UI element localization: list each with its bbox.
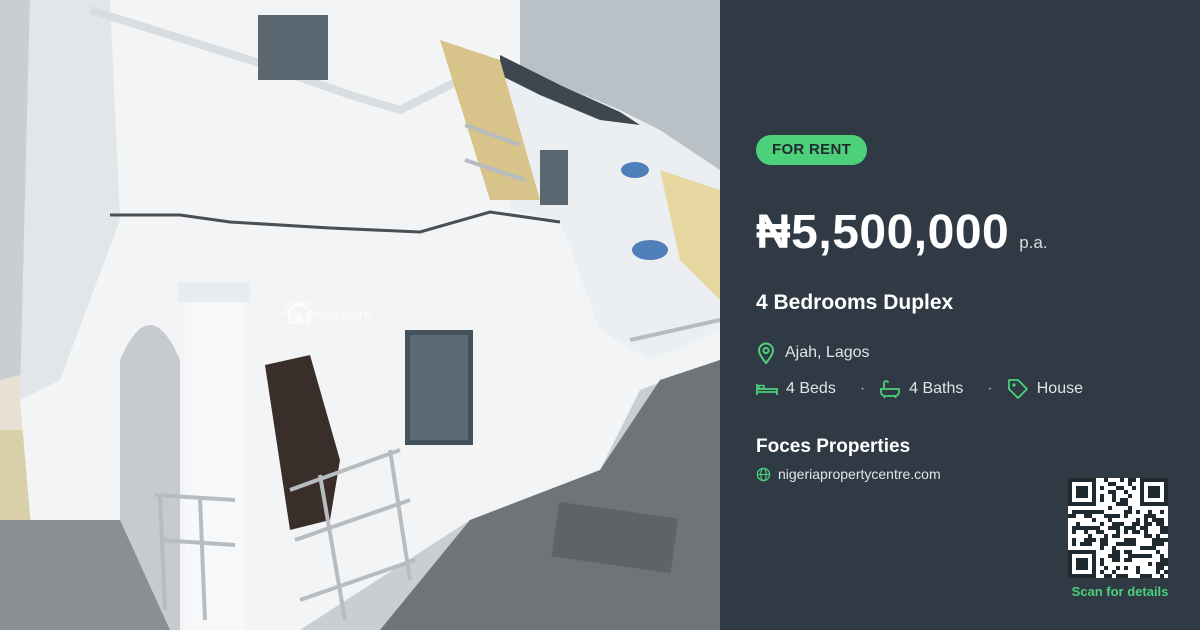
tag-icon — [1007, 378, 1029, 400]
website-text: nigeriapropertycentre.com — [778, 466, 941, 482]
feature-separator: · — [987, 380, 993, 397]
baths-text: 4 Baths — [909, 380, 964, 397]
scan-cta: Scan for details — [1071, 584, 1169, 599]
price: ₦5,500,000 — [756, 206, 1010, 259]
listing-location: Ajah, Lagos — [756, 342, 870, 364]
agent-website[interactable]: nigeriapropertycentre.com — [756, 466, 941, 482]
beds-text: 4 Beds — [786, 380, 836, 397]
qr-code-icon — [1068, 478, 1168, 578]
beds-feature: 4 Beds — [756, 380, 836, 398]
type-feature: House — [1007, 378, 1083, 400]
globe-icon — [756, 467, 771, 482]
photo-watermark: Nigeria propertycentre — [281, 300, 371, 324]
property-photo: Nigeria propertycentre — [0, 0, 720, 630]
price-row: ₦5,500,000 p.a. — [756, 205, 1048, 260]
type-text: House — [1036, 380, 1083, 397]
qr-code[interactable] — [1068, 478, 1168, 578]
feature-separator: · — [859, 380, 866, 397]
price-period: p.a. — [1019, 233, 1048, 252]
baths-feature: 4 Baths — [879, 379, 963, 399]
location-text: Ajah, Lagos — [785, 344, 870, 361]
location-pin-icon — [756, 342, 776, 364]
status-badge: FOR RENT — [756, 135, 868, 165]
bath-icon — [879, 379, 901, 399]
bed-icon — [756, 381, 778, 397]
listing-title: 4 Bedrooms Duplex — [756, 291, 954, 314]
listing-features: 4 Beds · 4 Baths · House — [756, 378, 1083, 400]
listing-info-panel: FOR RENT ₦5,500,000 p.a. 4 Bedrooms Dupl… — [720, 0, 1200, 630]
agent-name: Foces Properties — [756, 436, 911, 457]
